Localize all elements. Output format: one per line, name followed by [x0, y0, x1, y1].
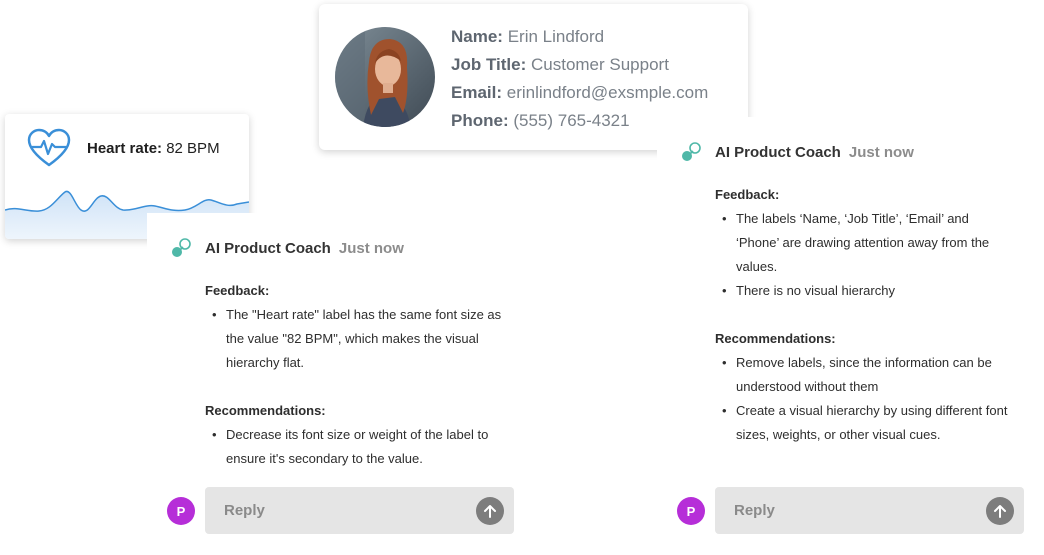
name-label: Name: [451, 27, 503, 46]
recommendation-item: Decrease its font size or weight of the … [205, 423, 505, 471]
feedback-item: The labels ‘Name, ‘Job Title’, ‘Email’ a… [715, 207, 1015, 279]
coach-name: AI Product Coach [205, 239, 331, 257]
coach-logo-icon [172, 238, 191, 257]
feedback-title: Feedback: [715, 187, 780, 202]
email-value: erinlindford@exsmple.com [506, 83, 709, 102]
recommendations-title: Recommendations: [205, 403, 326, 418]
coach-logo-icon [682, 142, 701, 161]
heart-rate-text: Heart rate: 82 BPM [87, 140, 220, 157]
send-button[interactable] [476, 497, 504, 525]
heart-rate-label: Heart rate: [87, 140, 163, 157]
user-avatar: P [677, 497, 705, 525]
send-button[interactable] [986, 497, 1014, 525]
heart-rate-value: 82 BPM [166, 140, 220, 157]
heart-pulse-icon [27, 128, 71, 173]
coach-timestamp: Just now [338, 239, 404, 257]
coach-name: AI Product Coach [715, 143, 841, 161]
coach-header: AI Product Coach Just now [681, 141, 914, 163]
job-title-value: Customer Support [530, 55, 669, 74]
reply-input[interactable]: Reply [715, 487, 1024, 534]
reply-placeholder: Reply [224, 502, 265, 519]
profile-avatar [335, 27, 435, 127]
reply-input[interactable]: Reply [205, 487, 514, 534]
recommendation-item: Create a visual hierarchy by using diffe… [715, 399, 1015, 447]
feedback-list: The "Heart rate" label has the same font… [205, 303, 505, 375]
reply-placeholder: Reply [734, 502, 775, 519]
phone-label: Phone: [451, 111, 509, 130]
coach-panel-right: AI Product Coach Just now Feedback: The … [657, 117, 1044, 555]
recommendation-item: Remove labels, since the information can… [715, 351, 1015, 399]
arrow-up-icon [994, 505, 1006, 518]
feedback-item: There is no visual hierarchy [715, 279, 1015, 303]
user-avatar: P [167, 497, 195, 525]
profile-title-row: Job Title: Customer Support [451, 51, 708, 79]
coach-header: AI Product Coach Just now [171, 237, 404, 259]
email-label: Email: [451, 83, 503, 102]
profile-email-row: Email: erinlindford@exsmple.com [451, 79, 708, 107]
arrow-up-icon [484, 505, 496, 518]
phone-value: (555) 765-4321 [513, 111, 630, 130]
feedback-list: The labels ‘Name, ‘Job Title’, ‘Email’ a… [715, 207, 1015, 303]
coach-message: Feedback: The labels ‘Name, ‘Job Title’,… [715, 183, 1015, 447]
feedback-title: Feedback: [205, 283, 270, 298]
job-title-label: Job Title: [451, 55, 527, 74]
feedback-item: The "Heart rate" label has the same font… [205, 303, 505, 375]
profile-name-row: Name: Erin Lindford [451, 23, 708, 51]
coach-panel-left: AI Product Coach Just now Feedback: The … [147, 213, 527, 555]
recommendations-title: Recommendations: [715, 331, 836, 346]
name-value: Erin Lindford [507, 27, 605, 46]
coach-timestamp: Just now [848, 143, 914, 161]
coach-message: Feedback: The "Heart rate" label has the… [205, 279, 505, 471]
recommendations-list: Decrease its font size or weight of the … [205, 423, 505, 471]
recommendations-list: Remove labels, since the information can… [715, 351, 1015, 447]
